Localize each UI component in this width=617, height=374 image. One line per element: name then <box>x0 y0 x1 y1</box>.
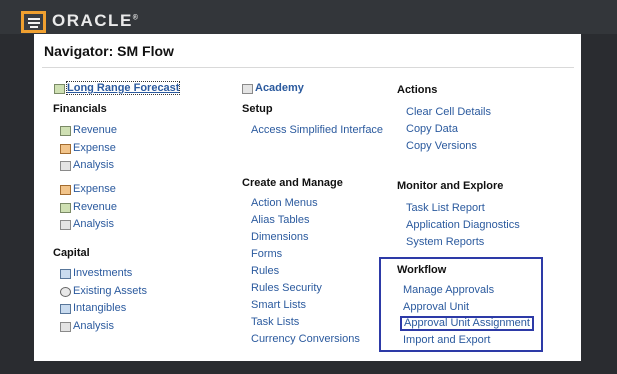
group2-expense-link[interactable]: Expense <box>73 183 116 195</box>
rules-security-link[interactable]: Rules Security <box>251 282 322 294</box>
long-range-forecast-link[interactable]: Long Range Forecast <box>65 81 181 95</box>
academy-link[interactable]: Academy <box>255 82 304 94</box>
application-diagnostics-link[interactable]: Application Diagnostics <box>406 219 520 231</box>
cube-icon <box>60 203 71 213</box>
create-manage-heading: Create and Manage <box>242 177 343 189</box>
top-bar: ORACLE® <box>0 0 617 34</box>
approval-unit-assignment-link[interactable]: Approval Unit Assignment <box>400 316 534 331</box>
capital-intangibles-link[interactable]: Intangibles <box>73 302 126 314</box>
actions-heading: Actions <box>397 84 438 96</box>
capital-investments-link[interactable]: Investments <box>73 267 132 279</box>
bank-icon <box>60 269 71 279</box>
financials-analysis-link[interactable]: Analysis <box>73 159 114 171</box>
financials-heading: Financials <box>53 103 107 115</box>
group2-revenue-link[interactable]: Revenue <box>73 201 117 213</box>
asset-icon <box>60 287 71 297</box>
access-simplified-interface-link[interactable]: Access Simplified Interface <box>251 124 383 136</box>
clear-cell-details-link[interactable]: Clear Cell Details <box>406 106 491 118</box>
rules-link[interactable]: Rules <box>251 265 279 277</box>
chart-icon <box>60 185 71 195</box>
copy-data-link[interactable]: Copy Data <box>406 123 458 135</box>
title-divider <box>42 67 574 68</box>
alias-tables-link[interactable]: Alias Tables <box>251 214 310 226</box>
financials-revenue-link[interactable]: Revenue <box>73 124 117 136</box>
capital-analysis-link[interactable]: Analysis <box>73 320 114 332</box>
navigator-panel: Navigator: SM Flow Long Range Forecast F… <box>34 34 581 361</box>
table-icon <box>60 161 71 171</box>
approval-unit-link[interactable]: Approval Unit <box>403 301 469 313</box>
table-icon <box>60 220 71 230</box>
forms-link[interactable]: Forms <box>251 248 282 260</box>
monitor-explore-heading: Monitor and Explore <box>397 180 504 192</box>
task-list-report-link[interactable]: Task List Report <box>406 202 485 214</box>
cube-icon <box>60 126 71 136</box>
dimensions-link[interactable]: Dimensions <box>251 231 308 243</box>
import-export-link[interactable]: Import and Export <box>403 334 490 346</box>
chart-icon <box>60 144 71 154</box>
table-icon <box>60 322 71 332</box>
manage-approvals-link[interactable]: Manage Approvals <box>403 284 494 296</box>
navigator-menu-icon[interactable] <box>21 11 46 33</box>
capital-existing-assets-link[interactable]: Existing Assets <box>73 285 147 297</box>
navigator-title: Navigator: SM Flow <box>44 43 174 59</box>
system-reports-link[interactable]: System Reports <box>406 236 484 248</box>
task-lists-link[interactable]: Task Lists <box>251 316 299 328</box>
workflow-heading: Workflow <box>397 264 447 276</box>
currency-conversions-link[interactable]: Currency Conversions <box>251 333 360 345</box>
action-menus-link[interactable]: Action Menus <box>251 197 318 209</box>
setup-heading: Setup <box>242 103 273 115</box>
group2-analysis-link[interactable]: Analysis <box>73 218 114 230</box>
stack-icon <box>60 304 71 314</box>
academy-icon <box>242 84 253 94</box>
chart-icon <box>54 84 65 94</box>
financials-expense-link[interactable]: Expense <box>73 142 116 154</box>
copy-versions-link[interactable]: Copy Versions <box>406 140 477 152</box>
capital-heading: Capital <box>53 247 90 259</box>
oracle-logo: ORACLE® <box>52 11 140 30</box>
smart-lists-link[interactable]: Smart Lists <box>251 299 306 311</box>
